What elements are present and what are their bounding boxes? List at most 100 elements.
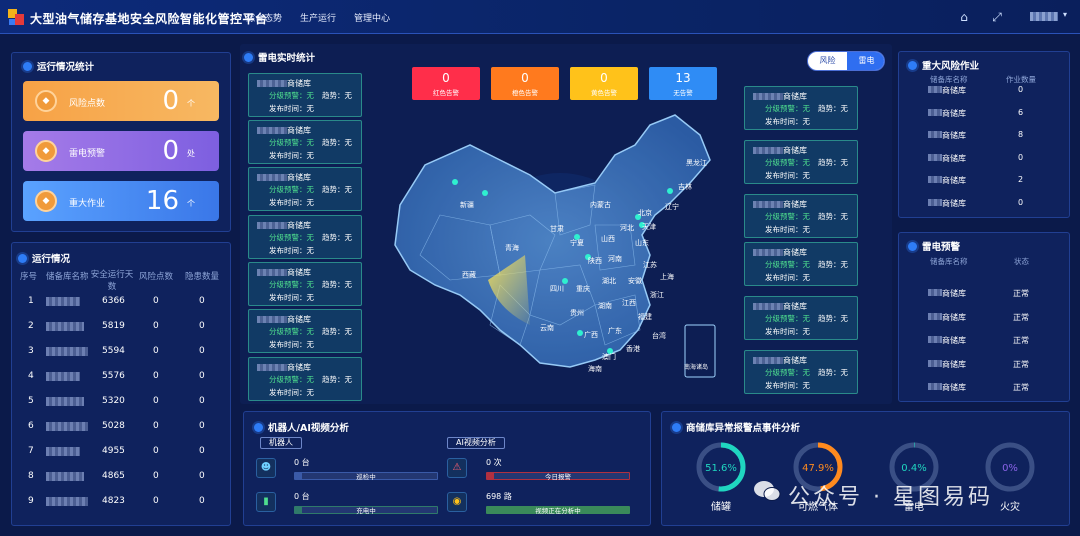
major-op-count: 6 [1018, 107, 1024, 117]
map-label: 河南 [608, 254, 622, 263]
toggle-lightning[interactable]: 雷电 [847, 52, 884, 70]
table-row[interactable]: 8 4865 0 0 [18, 471, 230, 496]
stat-card-lightning[interactable]: ◆ 雷电预警 0 处 [23, 131, 219, 171]
storage-status-box[interactable]: 商储库 分级预警：无 趋势：无 发布时间：无 [744, 296, 858, 340]
storage-status-box[interactable]: 商储库 分级预警：无 趋势：无 发布时间：无 [248, 167, 362, 211]
home-icon[interactable]: ⌂ [957, 10, 971, 24]
risk-lightning-toggle[interactable]: 风险 雷电 [807, 51, 885, 71]
map-label: 澳门 [602, 352, 616, 361]
table-row[interactable]: 1 6366 0 0 [18, 296, 230, 321]
stat-card-risk[interactable]: ◆ 风险点数 0 个 [23, 81, 219, 121]
title-dot-icon [672, 423, 681, 432]
table-header-name: 储备库名称 [46, 272, 89, 282]
map-label: 上海 [660, 272, 674, 281]
warn-name: 商储库 [928, 288, 966, 299]
table-header-days: 安全运行天数 [90, 270, 134, 292]
row-index: 6 [28, 421, 34, 431]
major-op-count: 8 [1018, 130, 1024, 139]
robot-tag: 机器人 [260, 437, 302, 449]
storage-status-box[interactable]: 商储库 分级预警：无 趋势：无 发布时间：无 [744, 350, 858, 394]
major-op-count: 2 [1018, 175, 1024, 184]
box-name: 商储库 [753, 301, 807, 312]
major-op-name: 商储库 [928, 108, 966, 119]
storage-status-box[interactable]: 商储库 分级预警：无 趋势：无 发布时间：无 [248, 262, 362, 306]
major-op-name: 商储库 [928, 175, 966, 186]
warn-header-name: 储备库名称 [930, 257, 968, 266]
map-label: 海南 [588, 364, 602, 373]
storage-status-box[interactable]: 商储库 分级预警：无 趋势：无 发布时间：无 [248, 357, 362, 401]
nav-item-production[interactable]: 生产运行 [300, 11, 336, 24]
warn-status: 正常 [1013, 383, 1029, 392]
alert-orange[interactable]: 0 橙色告警 [491, 67, 559, 100]
map-label: 云南 [540, 323, 554, 332]
app-logo [8, 9, 24, 25]
warn-name: 商储库 [928, 359, 966, 370]
storage-status-box[interactable]: 商储库 分级预警：无 趋势：无 发布时间：无 [248, 120, 362, 164]
china-map[interactable]: 新疆 西藏 青海 甘肃 内蒙古 黑龙江 吉林 辽宁 北京 天津 河北 山西 山东… [380, 105, 740, 395]
lightning-warn-title: 雷电预警 [908, 239, 960, 253]
table-row[interactable]: 5 5320 0 0 [18, 396, 230, 421]
app-title: 大型油气储存基地安全风险智能化管控平台 [30, 12, 268, 26]
major-ops-panel [898, 51, 1070, 218]
stat-card-major-ops[interactable]: ◆ 重大作业 16 个 [23, 181, 219, 221]
table-row[interactable]: 2 5819 0 0 [18, 321, 230, 346]
map-label: 湖南 [598, 301, 612, 310]
box-publish-time: 发布时间：无 [269, 340, 314, 349]
alarm-today-value: 0 次 [486, 458, 502, 467]
map-label: 内蒙古 [590, 200, 611, 209]
fullscreen-icon[interactable]: ⤢ [990, 10, 1004, 24]
storage-status-box[interactable]: 商储库 分级预警：无 趋势：无 发布时间：无 [744, 140, 858, 184]
battery-icon: ▮ [256, 492, 276, 512]
major-op-name: 商储库 [928, 130, 966, 141]
table-row[interactable]: 7 4955 0 0 [18, 446, 230, 471]
box-warning: 分级预警：无 趋势：无 [765, 212, 848, 221]
table-row[interactable]: 9 4823 0 0 [18, 496, 230, 521]
nav-item-overview[interactable]: 综合态势 [246, 11, 282, 24]
lightning-warn-panel [898, 232, 1070, 402]
nav-item-management[interactable]: 管理中心 [354, 11, 390, 24]
table-header-risk: 风险点数 [139, 272, 174, 282]
storage-status-box[interactable]: 商储库 分级预警：无 趋势：无 发布时间：无 [744, 194, 858, 238]
major-ops-header-name: 储备库名称 [930, 75, 968, 84]
wechat-icon [752, 476, 782, 506]
alert-none[interactable]: 13 无告警 [649, 67, 717, 100]
storage-status-box[interactable]: 商储库 分级预警：无 趋势：无 发布时间：无 [744, 86, 858, 130]
gauge-percent: 51.6% [705, 463, 737, 474]
map-label: 四川 [550, 285, 564, 293]
ai-video-tag: AI视频分析 [447, 437, 505, 449]
box-warning: 分级预警：无 趋势：无 [765, 104, 848, 113]
box-publish-time: 发布时间：无 [269, 104, 314, 113]
title-dot-icon [244, 53, 253, 62]
alert-red[interactable]: 0 红色告警 [412, 67, 480, 100]
ops-stats-title: 运行情况统计 [23, 59, 94, 73]
map-label: 南海诸岛 [684, 363, 708, 371]
table-row[interactable]: 4 5576 0 0 [18, 371, 230, 396]
toggle-risk[interactable]: 风险 [808, 52, 847, 70]
row-index: 1 [28, 296, 34, 306]
storage-status-box[interactable]: 商储库 分级预警：无 趋势：无 发布时间：无 [248, 309, 362, 353]
alert-yellow[interactable]: 0 黄色告警 [570, 67, 638, 100]
major-ops-title: 重大风险作业 [908, 58, 979, 72]
warn-name: 商储库 [928, 382, 966, 393]
shield-icon: ◆ [35, 90, 57, 112]
row-index: 5 [28, 396, 34, 406]
row-days: 4865 [102, 471, 125, 481]
user-avatar[interactable] [1030, 12, 1058, 21]
box-warning: 分级预警：无 趋势：无 [269, 375, 352, 384]
robot-title: 机器人/AI视频分析 [254, 420, 349, 434]
row-days: 5320 [102, 396, 125, 406]
table-row[interactable]: 3 5594 0 0 [18, 346, 230, 371]
warn-header-status: 状态 [1014, 257, 1029, 266]
box-publish-time: 发布时间：无 [765, 273, 810, 282]
redacted-name [46, 372, 80, 384]
map-label: 新疆 [460, 200, 474, 209]
box-name: 商储库 [257, 78, 311, 89]
table-row[interactable]: 6 5028 0 0 [18, 421, 230, 446]
storage-status-box[interactable]: 商储库 分级预警：无 趋势：无 发布时间：无 [248, 215, 362, 259]
top-header: 大型油气储存基地安全风险智能化管控平台 综合态势 生产运行 管理中心 ⌂ ⤢ ▾ [0, 0, 1080, 34]
chevron-down-icon[interactable]: ▾ [1063, 10, 1067, 19]
storage-status-box[interactable]: 商储库 分级预警：无 趋势：无 发布时间：无 [248, 73, 362, 117]
map-label: 陕西 [588, 256, 602, 265]
storage-status-box[interactable]: 商储库 分级预警：无 趋势：无 发布时间：无 [744, 242, 858, 286]
map-label: 宁夏 [570, 238, 584, 247]
